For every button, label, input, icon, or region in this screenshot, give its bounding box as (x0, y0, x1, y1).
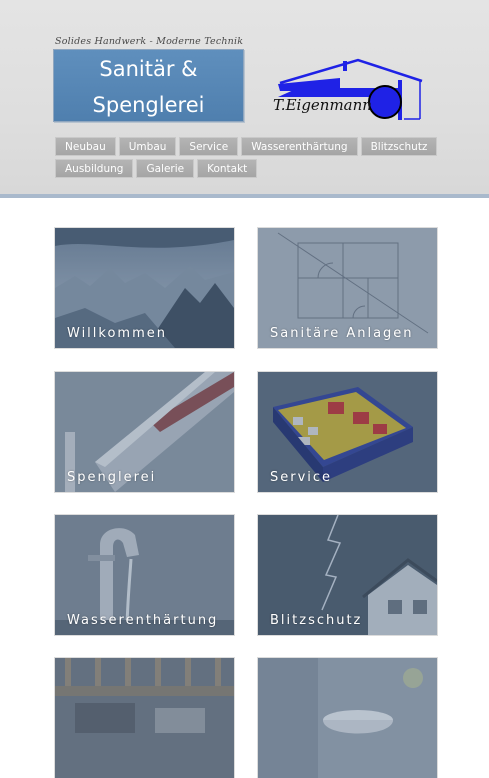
tile-label: Wasserenthärtung (67, 613, 219, 628)
tile-label: Willkommen (67, 326, 167, 341)
nav-wasserenthaertung[interactable]: Wasserenthärtung (241, 137, 358, 156)
nav-ausbildung[interactable]: Ausbildung (55, 159, 134, 178)
main-navigation: Neubau Umbau Service Wasserenthärtung Bl… (55, 137, 438, 181)
tile-workbench[interactable] (55, 658, 234, 778)
nav-kontakt[interactable]: Kontakt (197, 159, 258, 178)
tile-label: Blitzschutz (270, 613, 363, 628)
tile-spenglerei[interactable]: Spenglerei (55, 372, 234, 492)
site-header: Solides Handwerk - Moderne Technik Sanit… (0, 0, 489, 198)
tile-label: Sanitäre Anlagen (270, 326, 414, 341)
tile-blitzschutz[interactable]: Blitzschutz (258, 515, 437, 635)
nav-umbau[interactable]: Umbau (118, 137, 177, 156)
company-logo[interactable]: T.Eigenmann (270, 56, 426, 122)
tile-bathroom[interactable] (258, 658, 437, 778)
nav-neubau[interactable]: Neubau (55, 137, 116, 156)
tile-label: Service (270, 470, 333, 485)
logo-text: T.Eigenmann (273, 96, 372, 114)
tile-sanitaere-anlagen[interactable]: Sanitäre Anlagen (258, 228, 437, 348)
site-title-line2: Spenglerei (92, 93, 205, 117)
site-title-line1: Sanitär & (99, 57, 198, 81)
slogan: Solides Handwerk - Moderne Technik (55, 36, 244, 47)
nav-service[interactable]: Service (179, 137, 239, 156)
tile-overlay (55, 658, 234, 778)
tile-service[interactable]: Service (258, 372, 437, 492)
nav-row-2: Ausbildung Galerie Kontakt (55, 159, 435, 178)
house-logo-icon: T.Eigenmann (273, 58, 423, 120)
tile-wasserenthaertung[interactable]: Wasserenthärtung (55, 515, 234, 635)
nav-row-1: Neubau Umbau Service Wasserenthärtung Bl… (55, 137, 438, 156)
nav-blitzschutz[interactable]: Blitzschutz (360, 137, 438, 156)
tile-overlay (258, 658, 437, 778)
site-title-box[interactable]: Sanitär & Spenglerei (53, 49, 244, 122)
tile-label: Spenglerei (67, 470, 157, 485)
tile-willkommen[interactable]: Willkommen (55, 228, 234, 348)
nav-galerie[interactable]: Galerie (136, 159, 195, 178)
